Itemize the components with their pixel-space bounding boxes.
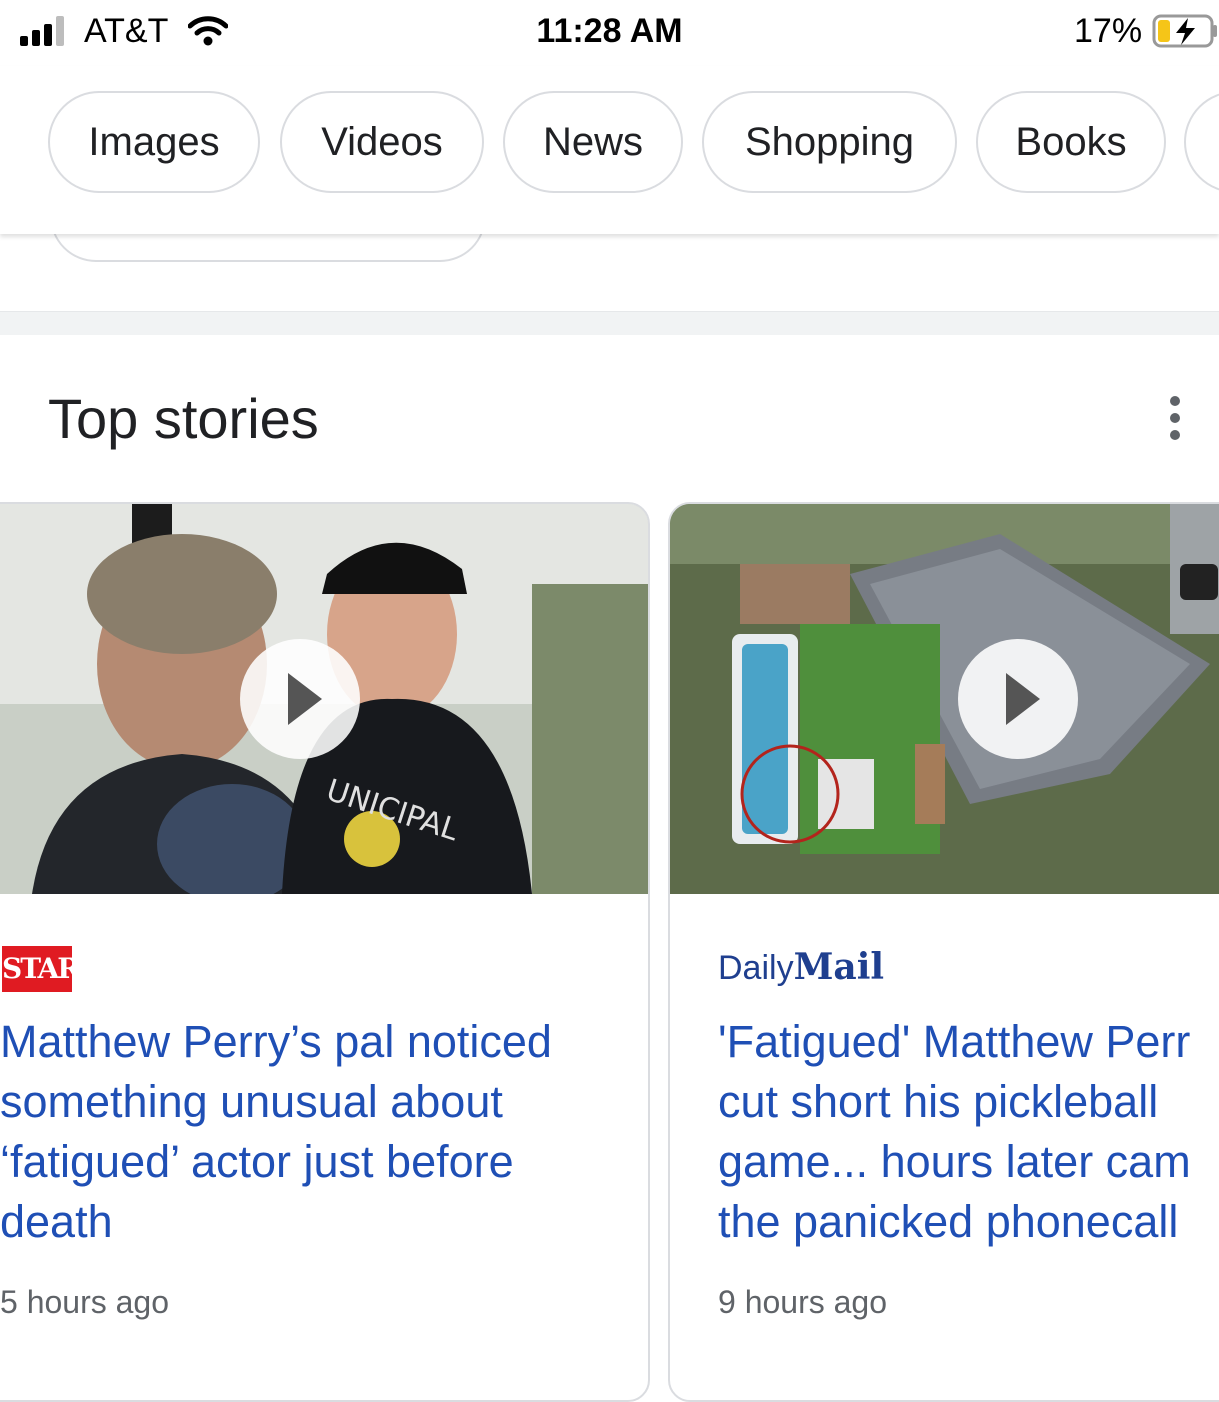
headline-line: game... hours later cam [718,1136,1191,1187]
battery-percentage: 17% [1074,12,1143,50]
chip-books[interactable]: Books [976,91,1166,193]
headline-line: Matthew Perry’s pal noticed [0,1016,552,1067]
source-logo-daily-mail: DailyMail [718,946,884,988]
story-card[interactable]: UNICIPAL STAR Matthew Perry’s pal notice… [0,502,650,1402]
headline-line: the panicked phonecall [718,1196,1179,1247]
story-photo [670,504,1219,894]
story-timestamp: 5 hours ago [0,1284,170,1320]
logo-text-main: Mail [793,946,885,988]
chip-videos[interactable]: Videos [280,91,484,193]
story-timestamp: 9 hours ago [718,1284,888,1320]
story-thumbnail [670,504,1219,894]
headline-line: something unusual about [0,1076,503,1127]
story-headline[interactable]: Matthew Perry’s pal noticed something un… [0,1012,552,1252]
story-card[interactable]: DailyMail 'Fatigued' Matthew Perr cut sh… [668,502,1219,1402]
clock: 11:28 AM [536,12,683,50]
chip-more-partial[interactable] [1184,91,1219,193]
headline-line: 'Fatigued' Matthew Perr [718,1016,1191,1067]
battery-charging-icon [1152,14,1217,48]
story-thumbnail: UNICIPAL [0,504,648,894]
play-video-icon[interactable] [958,639,1078,759]
chip-shopping[interactable]: Shopping [702,91,957,193]
search-filter-chips: Images Videos News Shopping Books [0,66,1219,234]
play-video-icon[interactable] [240,639,360,759]
status-bar: AT&T 11:28 AM 17% [0,0,1219,66]
headline-line: cut short his pickleball [718,1076,1159,1127]
section-title: Top stories [48,387,319,450]
chip-news[interactable]: News [503,91,683,193]
section-divider [0,311,1219,335]
source-logo-star: STAR [2,946,81,992]
logo-text-prefix: Daily [718,949,794,987]
story-headline[interactable]: 'Fatigued' Matthew Perr cut short his pi… [718,1012,1191,1252]
more-vert-icon[interactable] [1160,396,1192,440]
chip-images[interactable]: Images [48,91,260,193]
headline-line: ‘fatigued’ actor just before [0,1136,514,1187]
headline-line: death [0,1196,113,1247]
